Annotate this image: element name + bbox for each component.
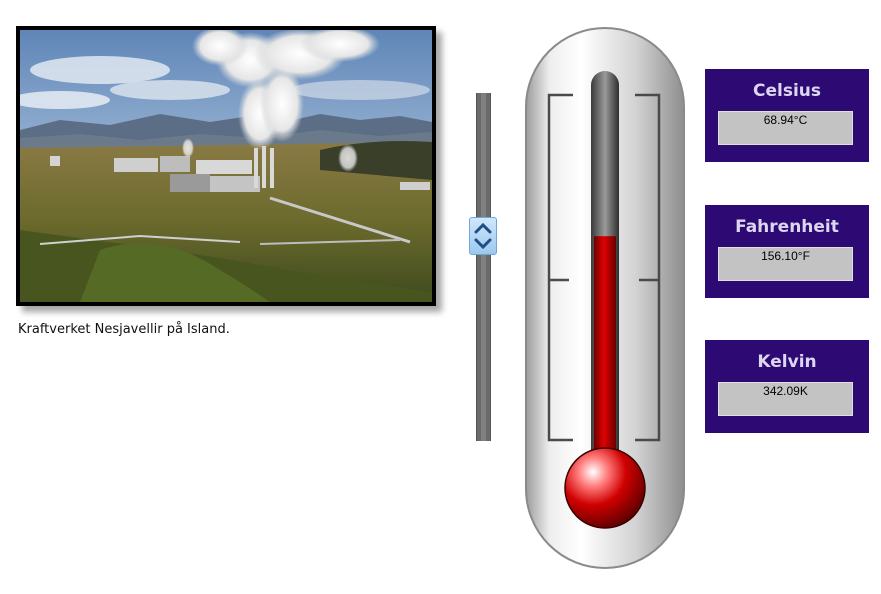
geothermal-plant-image xyxy=(20,30,432,302)
thermometer-mercury xyxy=(594,236,616,478)
fahrenheit-title: Fahrenheit xyxy=(735,217,839,237)
kelvin-title: Kelvin xyxy=(757,352,817,372)
fahrenheit-panel: Fahrenheit 156.10°F xyxy=(705,205,869,298)
kelvin-panel: Kelvin 342.09K xyxy=(705,340,869,433)
thermometer-bulb xyxy=(564,447,646,529)
power-plant-photo xyxy=(16,26,436,306)
photo-caption: Kraftverket Nesjavellir på Island. xyxy=(18,322,230,337)
fahrenheit-value-field[interactable]: 156.10°F xyxy=(718,247,853,281)
temperature-slider-track[interactable] xyxy=(476,93,491,441)
kelvin-value-field[interactable]: 342.09K xyxy=(718,382,853,416)
celsius-title: Celsius xyxy=(753,81,821,101)
celsius-panel: Celsius 68.94°C xyxy=(705,69,869,162)
temperature-slider-thumb[interactable] xyxy=(469,216,497,255)
chevron-up-down-icon xyxy=(474,222,492,249)
thermometer xyxy=(525,27,685,569)
celsius-value-field[interactable]: 68.94°C xyxy=(718,111,853,145)
